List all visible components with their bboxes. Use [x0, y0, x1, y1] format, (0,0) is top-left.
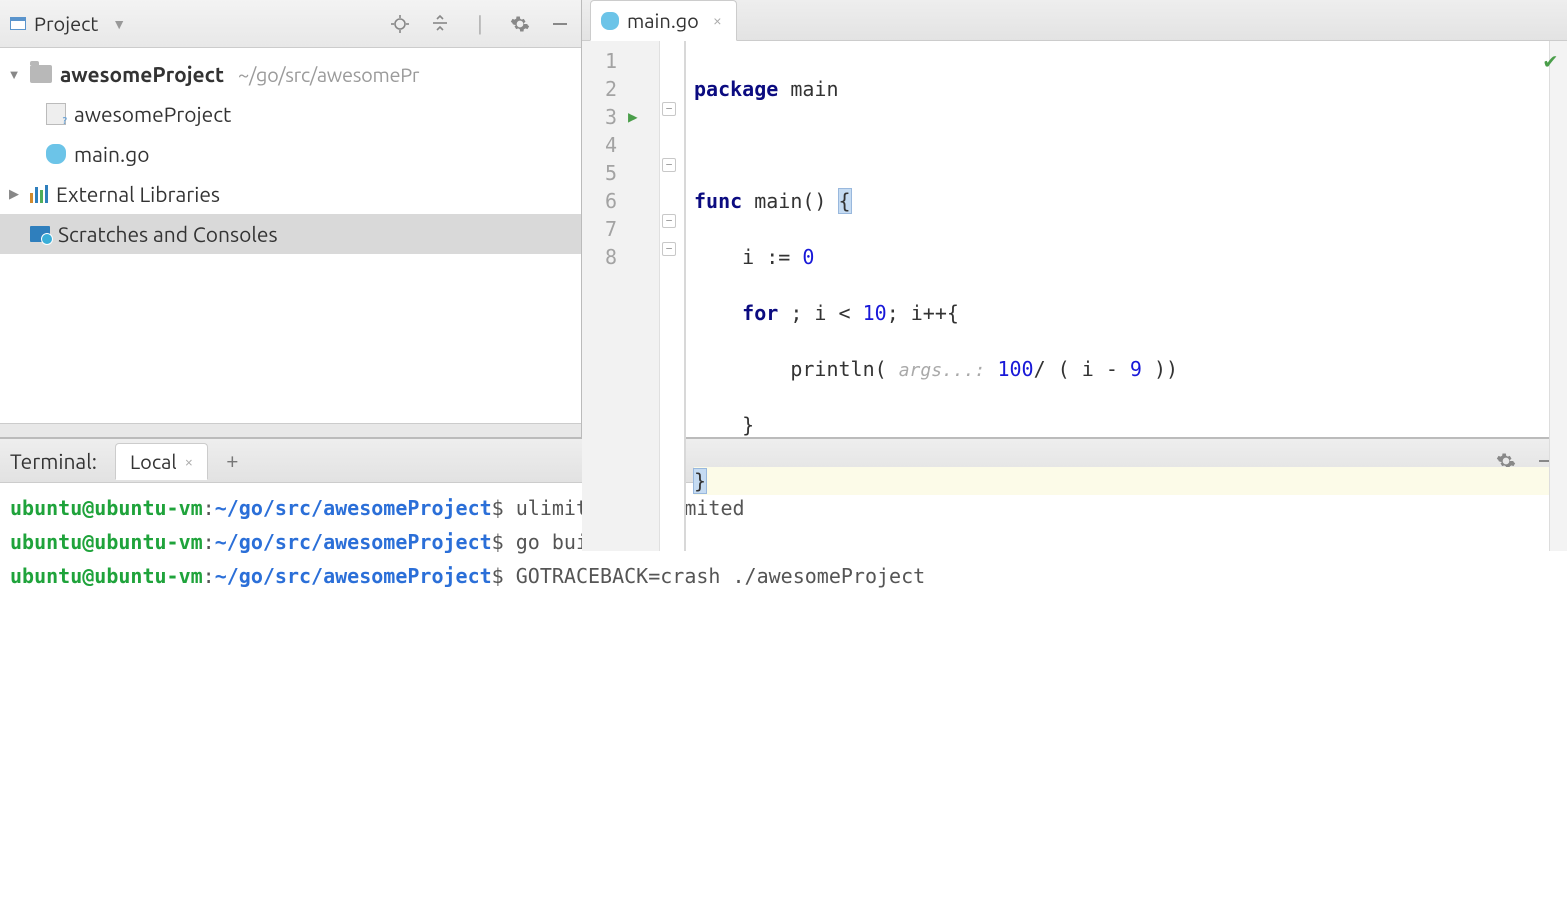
project-header: Project ▼ | — [0, 0, 581, 48]
scratches-icon — [30, 226, 50, 242]
editor-tabbar: main.go × — [582, 0, 1567, 41]
chevron-down-icon: ▼ — [112, 16, 126, 32]
collapse-all-icon[interactable] — [429, 13, 451, 35]
go-file-icon — [601, 12, 619, 30]
terminal-tab-label: Local — [130, 450, 177, 473]
tree-root[interactable]: ▼ awesomeProject ~/go/src/awesomePr — [0, 54, 581, 94]
tree-item-module[interactable]: awesomeProject — [0, 94, 581, 134]
editor-tab-main-go[interactable]: main.go × — [590, 0, 737, 41]
inspection-ok-icon[interactable]: ✔ — [1544, 49, 1557, 74]
project-tree: ▼ awesomeProject ~/go/src/awesomePr awes… — [0, 48, 581, 423]
expand-arrow-icon[interactable]: ▼ — [6, 67, 22, 82]
tree-item-label: External Libraries — [56, 182, 220, 206]
libraries-icon — [30, 185, 48, 203]
tree-item-label: awesomeProject — [74, 102, 231, 126]
tree-root-path: ~/go/src/awesomePr — [238, 63, 419, 86]
scroll-track[interactable] — [0, 423, 581, 437]
indent-guide — [684, 41, 686, 551]
tree-item-label: main.go — [74, 142, 149, 166]
fold-icon[interactable]: − — [662, 214, 676, 228]
project-selector[interactable]: Project ▼ — [10, 12, 126, 35]
line-gutter[interactable]: 12345678 ▶ — [582, 41, 660, 551]
project-title: Project — [34, 12, 98, 35]
project-icon — [10, 17, 26, 30]
terminal-line: ubuntu@ubuntu-vm:~/go/src/awesomeProject… — [10, 559, 1557, 593]
editor-scrollbar[interactable] — [1549, 41, 1567, 551]
terminal-title: Terminal: — [10, 449, 97, 473]
project-tool-window: Project ▼ | ▼ awesomeProject ~/go/src/aw… — [0, 0, 582, 437]
fold-column[interactable]: − − − − — [660, 41, 684, 551]
terminal-tab-local[interactable]: Local × — [115, 443, 208, 480]
fold-icon[interactable]: − — [662, 242, 676, 256]
expand-arrow-icon[interactable]: ▶ — [6, 187, 22, 202]
folder-icon — [30, 65, 52, 83]
tree-scratches[interactable]: ▶ Scratches and Consoles — [0, 214, 581, 254]
editor-tab-label: main.go — [627, 9, 699, 32]
run-gutter-icon[interactable]: ▶ — [628, 103, 638, 131]
code-text[interactable]: package main func main() { i := 0 for ; … — [694, 41, 1549, 551]
tree-item-file[interactable]: main.go — [0, 134, 581, 174]
module-icon — [46, 103, 66, 125]
fold-icon[interactable]: − — [662, 102, 676, 116]
locate-icon[interactable] — [389, 13, 411, 35]
close-icon[interactable]: × — [185, 453, 193, 470]
minimize-icon[interactable] — [549, 13, 571, 35]
fold-icon[interactable]: − — [662, 158, 676, 172]
tree-external-libs[interactable]: ▶ External Libraries — [0, 174, 581, 214]
tree-item-label: Scratches and Consoles — [58, 222, 278, 246]
tree-root-label: awesomeProject — [60, 62, 224, 86]
go-file-icon — [46, 144, 66, 164]
editor-panel: main.go × 12345678 ▶ − − − − package mai… — [582, 0, 1567, 437]
close-icon[interactable]: × — [713, 12, 722, 30]
divider: | — [469, 13, 491, 35]
gear-icon[interactable] — [509, 13, 531, 35]
add-terminal-button[interactable]: + — [226, 448, 238, 473]
editor-body[interactable]: 12345678 ▶ − − − − package main func mai… — [582, 41, 1567, 551]
